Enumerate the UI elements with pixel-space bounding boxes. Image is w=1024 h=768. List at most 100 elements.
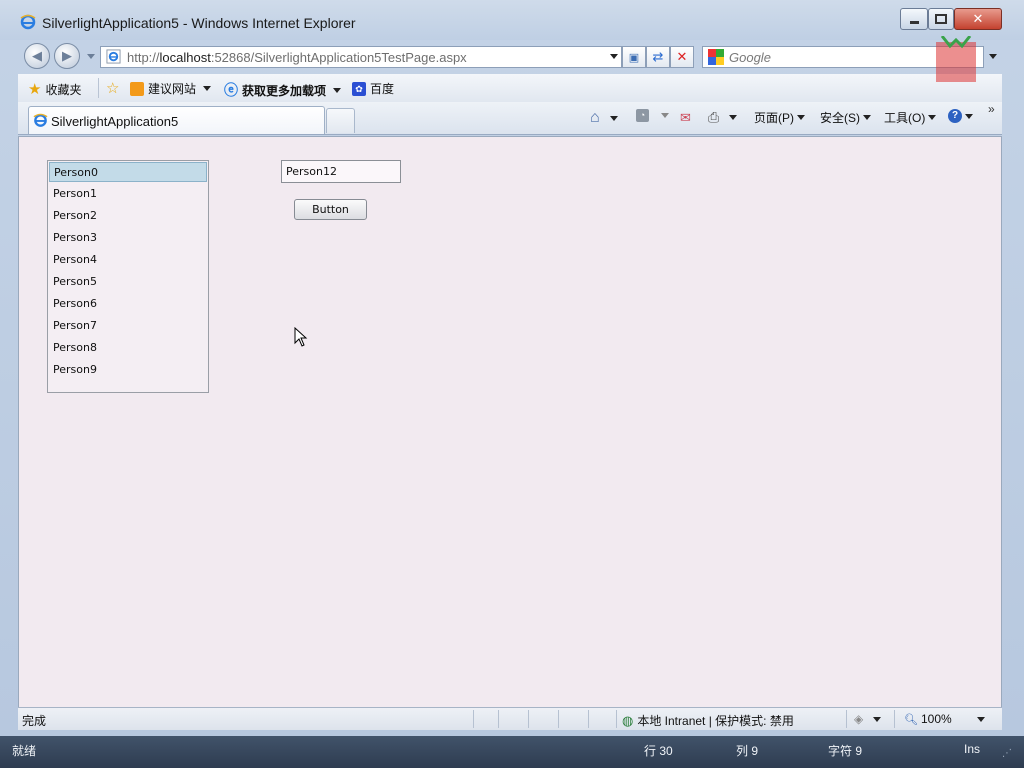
history-dropdown-icon[interactable] <box>87 54 95 59</box>
vs-line: 行 30 <box>644 744 673 758</box>
compat-status-dropdown-icon <box>873 716 882 722</box>
help-dropdown-icon <box>965 113 973 119</box>
zoom-magnifier-icon: 🔍︎ <box>904 713 918 726</box>
addons-ie-icon: ⓔ <box>224 82 238 98</box>
person-listbox[interactable]: Person0 Person1 Person2 Person3 Person4 Perso… <box>47 160 209 393</box>
restore-icon <box>935 14 947 24</box>
address-bar[interactable]: http://localhost:52868/SilverlightApplic… <box>100 46 622 68</box>
safety-menu-dropdown-icon <box>863 115 871 120</box>
favorites-label: 收藏夹 <box>45 82 82 97</box>
baidu-link[interactable]: ✿ 百度 <box>352 80 394 97</box>
back-arrow-icon: ◀ <box>32 48 42 63</box>
minimize-icon <box>909 20 919 24</box>
resize-grip-icon[interactable]: ⋰ <box>1002 748 1012 759</box>
status-divider <box>498 710 499 728</box>
refresh-icon: ⇄ <box>652 49 664 64</box>
list-item[interactable]: Person0 <box>49 162 207 182</box>
printer-icon: ⎙ <box>708 109 720 125</box>
url-prefix: http:// <box>127 50 160 65</box>
watermark-logo <box>936 36 976 82</box>
vs-column: 列 9 <box>736 744 759 758</box>
zoom-dropdown-icon <box>976 716 985 722</box>
more-commands-button[interactable]: » <box>988 102 995 116</box>
forward-button[interactable]: ▶ <box>54 43 80 69</box>
list-item[interactable]: Person5 <box>49 272 207 292</box>
compat-status-icon: ◈ <box>854 712 864 726</box>
status-divider <box>558 710 559 728</box>
list-item[interactable]: Person9 <box>49 360 207 380</box>
security-zone[interactable]: ◍ 本地 Intranet | 保护模式: 禁用 <box>622 712 794 729</box>
rss-feed-icon: ◔ <box>636 109 649 122</box>
get-more-addons-label: 获取更多加载项 <box>242 83 327 98</box>
vs-insert-mode: Ins <box>964 742 981 756</box>
refresh-button[interactable]: ⇄ <box>646 46 670 68</box>
compat-status-button[interactable]: ◈ <box>854 712 882 726</box>
zoom-control[interactable]: 🔍︎ 100% <box>904 712 985 726</box>
stop-button[interactable]: ✕ <box>670 46 694 68</box>
search-placeholder: Google <box>729 50 771 65</box>
close-button[interactable]: ✕ <box>954 8 1002 30</box>
suggested-sites-label: 建议网站 <box>148 82 197 96</box>
stop-icon: ✕ <box>676 49 688 64</box>
minimize-button[interactable] <box>900 8 928 30</box>
tools-menu-label: 工具(O) <box>884 111 926 125</box>
page-menu-label: 页面(P) <box>754 111 794 125</box>
compatibility-view-button[interactable]: ▣ <box>622 46 646 68</box>
ie-status-bar: 完成 ◍ 本地 Intranet | 保护模式: 禁用 ◈ 🔍︎ 100% <box>18 707 1002 730</box>
read-mail-icon[interactable]: ✉ <box>680 110 691 126</box>
list-item[interactable]: Person6 <box>49 294 207 314</box>
new-tab-button[interactable] <box>326 108 355 133</box>
baidu-paw-icon: ✿ <box>352 81 366 96</box>
title-bar: SilverlightApplication5 - Windows Intern… <box>0 0 1024 40</box>
security-zone-label: 本地 Intranet | 保护模式: 禁用 <box>637 714 794 728</box>
help-icon: ? <box>948 109 962 123</box>
search-options-icon[interactable] <box>989 54 997 59</box>
get-more-addons-button[interactable]: ⓔ 获取更多加载项 <box>224 80 342 100</box>
mouse-cursor-icon <box>294 327 308 347</box>
help-button[interactable]: ? <box>948 109 973 123</box>
suggested-sites-dropdown-icon <box>203 86 212 91</box>
tools-menu-dropdown-icon <box>928 115 937 120</box>
compatibility-icon: ▣ <box>628 51 640 64</box>
list-item[interactable]: Person1 <box>49 184 207 204</box>
favorites-button[interactable]: ★ 收藏夹 <box>28 80 81 98</box>
home-dropdown-icon <box>609 115 618 121</box>
google-icon <box>708 49 724 65</box>
tab-silverlight-application[interactable]: SilverlightApplication5 <box>28 106 325 134</box>
ie-window: SilverlightApplication5 - Windows Intern… <box>0 0 1024 736</box>
print-button[interactable]: ⎙ <box>708 109 738 126</box>
status-divider <box>894 710 895 728</box>
back-button[interactable]: ◀ <box>24 43 50 69</box>
safety-menu[interactable]: 安全(S) <box>820 109 871 126</box>
list-item[interactable]: Person4 <box>49 250 207 270</box>
status-divider <box>528 710 529 728</box>
url-host: localhost <box>159 50 211 65</box>
tab-title: SilverlightApplication5 <box>51 114 179 129</box>
print-dropdown-icon <box>729 115 738 120</box>
tab-ie-icon <box>33 113 48 128</box>
tab-command-row: SilverlightApplication5 ⌂ ◔ ✉ ⎙ 页面(P) 安全… <box>18 102 1002 135</box>
person-textbox[interactable]: Person12 <box>281 160 401 183</box>
baidu-label: 百度 <box>370 82 395 96</box>
home-icon: ⌂ <box>590 109 600 126</box>
address-dropdown-icon[interactable] <box>610 54 618 59</box>
tools-menu[interactable]: 工具(O) <box>884 109 937 126</box>
list-item[interactable]: Person3 <box>49 228 207 248</box>
home-button[interactable]: ⌂ <box>590 109 618 127</box>
page-ie-icon <box>106 49 121 64</box>
list-item[interactable]: Person2 <box>49 206 207 226</box>
favorites-star-icon: ★ <box>28 81 42 98</box>
page-menu[interactable]: 页面(P) <box>754 109 805 126</box>
add-to-favorites-icon[interactable]: ☆ <box>106 79 119 97</box>
feeds-button[interactable]: ◔ <box>636 109 669 122</box>
suggested-sites-button[interactable]: 建议网站 <box>130 80 212 97</box>
intranet-globe-icon: ◍ <box>622 712 634 728</box>
action-button[interactable]: Button <box>294 199 367 220</box>
status-done: 完成 <box>22 714 47 728</box>
vs-char: 字符 9 <box>828 744 863 758</box>
status-divider <box>473 710 474 728</box>
restore-button[interactable] <box>928 8 954 30</box>
list-item[interactable]: Person8 <box>49 338 207 358</box>
vs-ready: 就绪 <box>12 744 37 758</box>
list-item[interactable]: Person7 <box>49 316 207 336</box>
